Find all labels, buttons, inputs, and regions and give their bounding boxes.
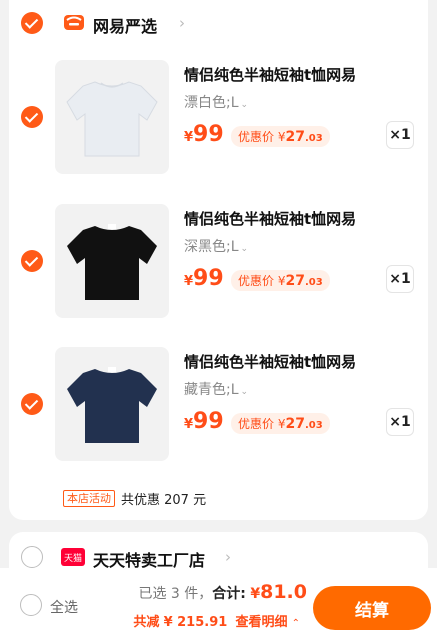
chevron-down-icon: ⌄ [240, 244, 249, 254]
product-spec[interactable]: 深黑色;L ⌄ [184, 236, 248, 256]
select-all-label[interactable]: 全选 [50, 597, 78, 617]
product-image[interactable] [55, 60, 169, 174]
cart-item: 情侣纯色半袖短袖t恤网易 漂白色;L ⌄ ¥99 优惠价 ¥27.03 ×1 [9, 60, 428, 190]
promo-price-badge: 优惠价 ¥27.03 [231, 413, 330, 434]
product-image[interactable] [55, 204, 169, 318]
promo-price-badge: 优惠价 ¥27.03 [231, 270, 330, 291]
product-title[interactable]: 情侣纯色半袖短袖t恤网易 [184, 64, 356, 85]
total-summary: 已选 3 件，合计: ¥81.0 [138, 581, 307, 603]
quantity-button[interactable]: ×1 [386, 408, 414, 436]
store-activity[interactable]: 本店活动 共优惠 207 元 [63, 489, 206, 508]
store-checkbox[interactable] [21, 546, 43, 568]
checkout-bar: 全选 已选 3 件，合计: ¥81.0 共减 ¥ 215.91 查看明细 ⌃ 结… [0, 568, 437, 640]
chevron-right-icon: › [179, 14, 185, 32]
product-spec[interactable]: 漂白色;L ⌄ [184, 92, 248, 112]
item-checkbox[interactable] [21, 393, 43, 415]
product-title[interactable]: 情侣纯色半袖短袖t恤网易 [184, 208, 356, 229]
chevron-down-icon: ⌄ [240, 387, 249, 397]
checkout-button[interactable]: 结算 [313, 586, 431, 630]
product-price: ¥99 [184, 266, 224, 291]
tmall-badge-icon: 天猫 [61, 548, 85, 566]
promo-price-badge: 优惠价 ¥27.03 [231, 126, 330, 147]
quantity-button[interactable]: ×1 [386, 121, 414, 149]
product-price: ¥99 [184, 409, 224, 434]
chevron-up-icon: ⌃ [291, 618, 300, 629]
store-card-wangyi: 网易严选 › 情侣纯色半袖短袖t恤网易 漂白色;L ⌄ ¥99 优惠价 ¥27.0… [9, 0, 428, 520]
select-all-checkbox[interactable] [20, 594, 42, 616]
product-spec[interactable]: 藏青色;L ⌄ [184, 379, 248, 399]
store-checkbox[interactable] [21, 12, 43, 34]
product-title[interactable]: 情侣纯色半袖短袖t恤网易 [184, 351, 356, 372]
quantity-button[interactable]: ×1 [386, 265, 414, 293]
product-image[interactable] [55, 347, 169, 461]
shop-icon [63, 12, 85, 36]
chevron-down-icon: ⌄ [240, 100, 249, 110]
activity-tag: 本店活动 [63, 490, 115, 507]
cart-item: 情侣纯色半袖短袖t恤网易 藏青色;L ⌄ ¥99 优惠价 ¥27.03 ×1 [9, 347, 428, 477]
discount-summary[interactable]: 共减 ¥ 215.91 查看明细 ⌃ [133, 611, 300, 630]
store-name[interactable]: 网易严选 [93, 13, 157, 37]
activity-text: 共优惠 207 元 [121, 493, 207, 508]
cart-item: 情侣纯色半袖短袖t恤网易 深黑色;L ⌄ ¥99 优惠价 ¥27.03 ×1 [9, 204, 428, 334]
product-price: ¥99 [184, 122, 224, 147]
chevron-right-icon: › [225, 548, 231, 566]
item-checkbox[interactable] [21, 250, 43, 272]
item-checkbox[interactable] [21, 106, 43, 128]
store-header[interactable]: 网易严选 › [9, 2, 428, 42]
